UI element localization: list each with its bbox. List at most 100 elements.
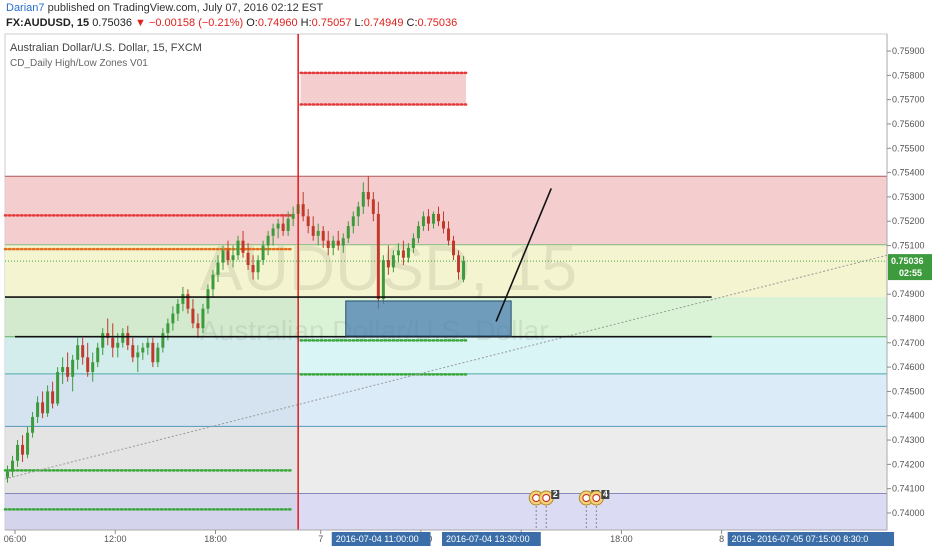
candle-body xyxy=(416,226,420,239)
candle-body xyxy=(61,367,65,372)
candle-body xyxy=(291,213,295,219)
candle-body xyxy=(86,357,90,372)
candle-body xyxy=(41,402,45,414)
candle-body xyxy=(191,308,195,324)
time-flag-label: 2016- 2016-07-05 07:15:00 8:30:0 xyxy=(732,534,869,544)
event-count-label: 2 xyxy=(553,489,558,499)
candle-body xyxy=(361,192,365,207)
candle-body xyxy=(16,444,20,461)
candle-body xyxy=(431,213,435,224)
time-tick-label: 8 xyxy=(719,534,724,544)
candle-body xyxy=(156,347,160,363)
candle-body xyxy=(351,216,355,227)
candle-body xyxy=(356,206,360,217)
candle-body xyxy=(31,416,35,433)
candle-body xyxy=(256,260,260,273)
candle-body xyxy=(21,444,25,455)
candle-body xyxy=(46,391,50,414)
price-chart[interactable]: AUDUSD, 15 Australian Dollar/U.S. Dollar… xyxy=(0,0,932,550)
bar-countdown: 02:55 xyxy=(899,268,922,278)
candle-body xyxy=(386,260,390,268)
candle-body xyxy=(286,218,290,231)
candle-body xyxy=(211,274,215,290)
candle-body xyxy=(161,333,165,348)
candle-body xyxy=(226,250,230,261)
candle-body xyxy=(221,250,225,263)
time-flag-label: 2016-07-04 13:30:00 xyxy=(446,534,530,544)
candle-body xyxy=(271,228,275,236)
candle-body xyxy=(306,216,310,227)
candle-body xyxy=(36,402,40,417)
candle-body xyxy=(81,345,85,358)
candle-body xyxy=(301,204,305,217)
candle-body xyxy=(111,337,115,348)
candle-body xyxy=(246,252,250,265)
rectangle-drawing[interactable] xyxy=(345,300,512,337)
candle-body xyxy=(141,347,145,353)
event-count-label: 4 xyxy=(603,489,608,499)
candle-body xyxy=(381,260,385,300)
flag-icon xyxy=(532,494,541,502)
price-tick-label: 0.75900 xyxy=(892,46,925,56)
candle-body xyxy=(371,199,375,214)
candle-body xyxy=(341,238,345,246)
candle-body xyxy=(131,345,135,358)
candle-body xyxy=(436,213,440,222)
candle-body xyxy=(266,235,270,246)
candle-body xyxy=(26,432,30,455)
candle-body xyxy=(331,240,335,248)
price-tick-label: 0.74800 xyxy=(892,313,925,323)
time-tick-label: 18:00 xyxy=(204,534,227,544)
candle-body xyxy=(121,333,125,343)
candle-body xyxy=(126,333,130,346)
candle-body xyxy=(311,226,315,236)
candle-body xyxy=(231,255,235,261)
candle-body xyxy=(406,247,410,258)
candle-body xyxy=(71,359,75,377)
candle-body xyxy=(336,240,340,246)
candle-body xyxy=(146,342,150,348)
candle-body xyxy=(316,230,320,236)
last-price-label: 0.75036 xyxy=(891,256,924,266)
candle-body xyxy=(346,226,350,239)
candle-body xyxy=(391,255,395,268)
price-tick-label: 0.74200 xyxy=(892,459,925,469)
time-axis[interactable]: 06:0012:0018:00706:0012:0018:0082016-07-… xyxy=(0,529,895,550)
candle-body xyxy=(96,347,100,363)
candle-body xyxy=(196,323,200,329)
price-tick-label: 0.75100 xyxy=(892,241,925,251)
candle-body xyxy=(201,308,205,329)
price-tick-label: 0.75300 xyxy=(892,192,925,202)
price-tick-label: 0.75500 xyxy=(892,143,925,153)
candle-body xyxy=(411,238,415,248)
candle-body xyxy=(452,240,456,256)
candle-body xyxy=(462,261,466,280)
price-tick-label: 0.74100 xyxy=(892,484,925,494)
price-axis[interactable]: 0.75900 0.75800 0.75700 0.75600 0.75500 0.754… xyxy=(886,34,932,530)
candle-body xyxy=(241,240,245,253)
price-tick-label: 0.74400 xyxy=(892,411,925,421)
price-tick-label: 0.74500 xyxy=(892,386,925,396)
candle-body xyxy=(66,367,70,377)
candle-body xyxy=(116,342,120,348)
flag-icon xyxy=(542,494,551,502)
candle-body xyxy=(426,216,430,224)
time-tick-label: 12:00 xyxy=(104,534,127,544)
candle-body xyxy=(206,289,210,309)
time-tick-label: 06:00 xyxy=(4,534,27,544)
candle-body xyxy=(236,240,240,256)
candle-body xyxy=(171,313,175,324)
candle-body xyxy=(166,323,170,334)
time-tick-label: 7 xyxy=(318,534,323,544)
candle-body xyxy=(276,223,280,229)
chart-title: Australian Dollar/U.S. Dollar, 15, FXCM xyxy=(10,42,202,54)
price-axis-bg xyxy=(887,34,932,530)
price-tick-label: 0.75600 xyxy=(892,119,925,129)
candle-body xyxy=(216,262,220,275)
candle-body xyxy=(396,250,400,256)
candle-body xyxy=(321,230,325,241)
price-tick-label: 0.75200 xyxy=(892,216,925,226)
flag-icon xyxy=(582,494,591,502)
candle-body xyxy=(376,213,380,300)
price-tick-label: 0.74300 xyxy=(892,435,925,445)
